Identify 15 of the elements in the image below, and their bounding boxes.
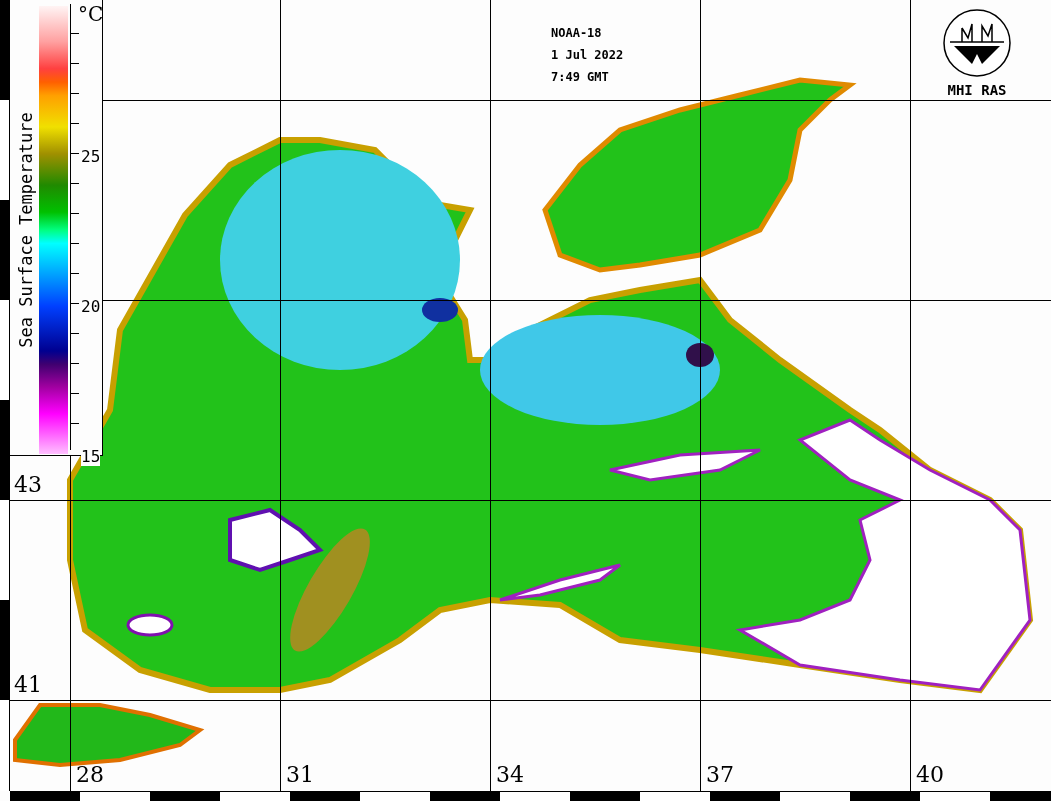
longitude-label: 37 xyxy=(706,762,734,787)
longitude-label: 40 xyxy=(916,762,944,787)
latitude-label: 41 xyxy=(14,672,42,697)
logo-icon xyxy=(942,8,1012,78)
legend-title: Sea Surface Temperature xyxy=(16,112,36,348)
scale-label: 15 xyxy=(81,447,101,466)
satellite-label: NOAA-18 xyxy=(551,25,603,42)
date-label: 1 Jul 2022 xyxy=(551,47,624,64)
longitude-label: 31 xyxy=(286,762,314,787)
longitude-label: 28 xyxy=(76,762,104,787)
logo-label: MHI RAS xyxy=(947,82,1007,98)
latitude-label: 43 xyxy=(14,472,42,497)
time-label: 7:49 GMT xyxy=(551,69,610,86)
longitude-label: 34 xyxy=(496,762,524,787)
unit-label: °C xyxy=(78,2,104,26)
